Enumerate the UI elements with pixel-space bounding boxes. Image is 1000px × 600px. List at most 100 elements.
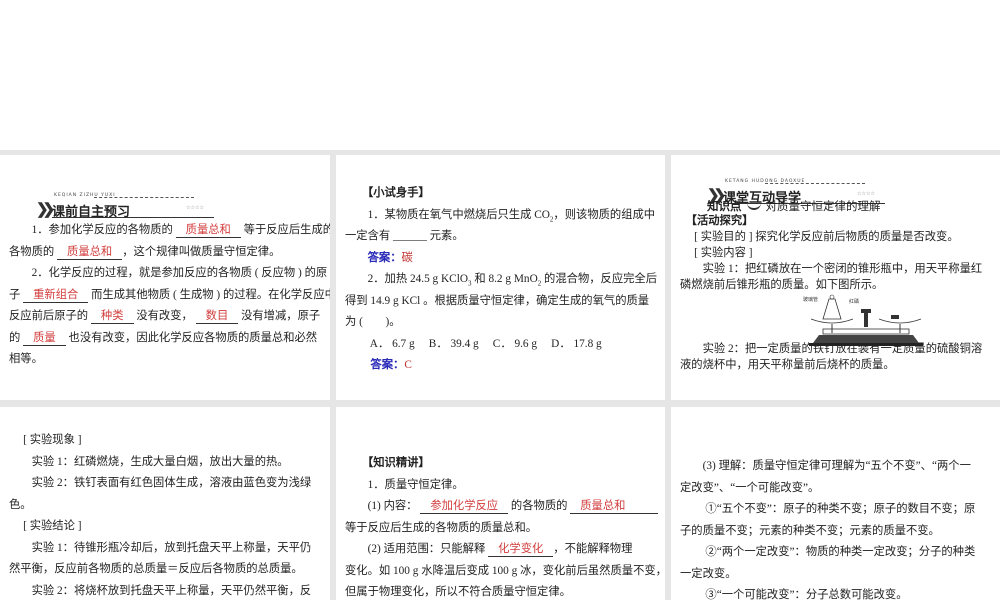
text-line: [ 实验目的 ] 探究化学反应前后物质的质量是否改变。 [680, 229, 994, 245]
text-run: 没有增减，原子 [238, 310, 321, 322]
slide-quick-practice[interactable]: 【小试身手】 1．某物质在氧气中燃烧后只生成 CO2，则该物质的组成中一定含有 … [336, 155, 665, 400]
text-line: (3) 理解：质量守恒定律可理解为“五个不变”、“两个一 [680, 456, 994, 478]
text-run: 1．质量守恒定律。 [345, 478, 464, 491]
text-run: (1) 内容： [345, 500, 421, 512]
text-line: 实验 1：红磷燃烧，生成大量白烟，放出大量的热。 [9, 452, 324, 474]
text-line: 子的质量不变；元素的种类不变；元素的质量不变。 [680, 521, 994, 543]
text-line: 1．某物质在氧气中燃烧后只生成 CO2，则该物质的组成中 [345, 205, 659, 227]
text-run: 1．某物质在氧气中燃烧后只生成 CO [345, 208, 550, 221]
text-line: 变化。如 100 g 水降温后变成 100 g 冰，变化前后虽然质量不变， [345, 561, 665, 583]
text-line: [ 实验现象 ] [9, 430, 324, 452]
text-line: 2．化学反应的过程，就是参加反应的各物质 ( 反应物 ) 的原 [9, 263, 328, 285]
text-line: 定改变”、“一个可能改变”。 [680, 478, 994, 500]
text-run: 为 ( )。 [345, 316, 401, 328]
text-line: 得到 14.9 g KCl 。根据质量守恒定律，确定生成的氧气的质量 [345, 291, 659, 313]
text-run: ，这个规律叫做质量守恒定律。 [122, 245, 281, 258]
text-run: 液的烧杯中，用天平称量前后烧杯的质量。 [680, 359, 895, 371]
slide-text: 1．参加化学反应的各物质的 质量总和 等于反应后生成的 各物质的 质量总和 ，这个规… [9, 220, 330, 371]
text-run: 定改变”、“一个可能改变”。 [680, 481, 820, 494]
text-line: A． 6.7 g B． 39.4 g C． 9.6 g D． 17.8 g [345, 334, 659, 356]
section-banner: KEQIAN ZIZHU YUXI ❯❯ 课前自主预习 ☆☆☆☆ [36, 193, 216, 220]
fill-in-answer: 数目 [195, 309, 239, 324]
banner-stars: ☆☆☆☆ [857, 192, 875, 197]
text-line: ②“两个一定改变”：物质的种类一定改变；分子的种类 [680, 542, 994, 564]
slide-experiment-results[interactable]: [ 实验现象 ] 实验 1：红磷燃烧，生成大量白烟，放出大量的热。 实验 2：铁… [0, 407, 330, 600]
text-line: 为 ( )。 [345, 312, 659, 334]
text-line: 相等。 [9, 349, 324, 371]
fill-in-answer: 质量 [23, 331, 66, 346]
slide-text: [ 实验现象 ] 实验 1：红磷燃烧，生成大量白烟，放出大量的热。 实验 2：铁… [9, 430, 324, 600]
text-run: 然平衡，反应前各物质的总质量＝反应后各物质的总质量。 [9, 563, 303, 575]
text-run: 色。 [9, 498, 32, 511]
answer-label: 答案： [370, 359, 405, 371]
slide-preview-self-study[interactable]: KEQIAN ZIZHU YUXI ❯❯ 课前自主预习 ☆☆☆☆ 1．参加化学反… [0, 155, 330, 400]
fill-in-answer: 重新组合 [23, 288, 89, 303]
text-run: ②“两个一定改变”：物质的种类一定改变；分子的种类 [680, 546, 976, 558]
slide-text: 【知识精讲】 1．质量守恒定律。 (1) 内容： 参加化学反应 的各物质的 质量… [345, 453, 665, 600]
text-line: 反应前后原子的 种类 没有改变， 数目 没有增减，原子 [9, 306, 324, 328]
text-run: A． 6.7 g B． 39.4 g C． 9.6 g D． 17.8 g [345, 337, 602, 350]
text-run: 子 [9, 288, 24, 301]
text-line: [ 实验内容 ] [680, 245, 994, 261]
slide-understanding[interactable]: (3) 理解：质量守恒定律可理解为“五个不变”、“两个一定改变”、“一个可能改变… [671, 407, 1000, 600]
answer-value: C [404, 359, 412, 371]
section-heading: 【小试身手】 [345, 187, 430, 199]
text-run: 子的质量不变；元素的种类不变；元素的质量不变。 [680, 524, 940, 537]
answer-label: 答案： [367, 251, 402, 264]
balance-scale-figure: 玻璃管 红磷 [803, 294, 923, 346]
text-line: [ 实验结论 ] [9, 516, 324, 538]
text-line: 【小试身手】 [345, 183, 659, 205]
text-line: 【知识精讲】 [345, 453, 659, 475]
answer-value: 碳 [401, 251, 413, 264]
text-run: 实验 2：铁钉表面有红色固体生成，溶液由蓝色变为浅绿 [9, 477, 312, 489]
text-run: 的混合物，反应完全后 [541, 273, 658, 285]
text-line: 2．加热 24.5 g KClO3 和 8.2 g MnO2 的混合物，反应完全… [345, 269, 659, 291]
slide-knowledge-explained[interactable]: 【知识精讲】 1．质量守恒定律。 (1) 内容： 参加化学反应 的各物质的 质量… [336, 407, 665, 600]
text-run: 没有改变， [133, 310, 196, 322]
text-line: 等于反应后生成的各物质的质量总和。 [345, 518, 659, 540]
fill-in-answer: 质量总和 [175, 223, 241, 238]
text-line: 实验 1：把红磷放在一个密闭的锥形瓶中，用天平称量红 [680, 261, 994, 277]
text-run: 实验 1：把红磷放在一个密闭的锥形瓶中，用天平称量红 [680, 263, 983, 275]
text-run: 也没有改变，因此化学反应各物质的质量总和必然 [65, 331, 318, 344]
text-run: [ 实验现象 ] [9, 434, 82, 446]
text-run: 2．化学反应的过程，就是参加反应的各物质 ( 反应物 ) 的原 [9, 267, 328, 279]
text-line: ③“一个可能改变”：分子总数可能改变。 [680, 585, 994, 600]
text-run: 等于反应后生成的各物质的质量总和。 [345, 521, 538, 534]
text-run: 相等。 [9, 353, 43, 365]
text-line: 【活动探究】 [680, 213, 994, 229]
slide-text: 【小试身手】 1．某物质在氧气中燃烧后只生成 CO2，则该物质的组成中一定含有 … [345, 183, 659, 377]
slide-classroom-guide[interactable]: KETANG HUDONG DAOXUE ❯❯ 课堂互动导学 ☆☆☆☆ 知识点对… [671, 155, 1000, 400]
text-line: 磷燃烧前后锥形瓶的质量。如下图所示。 [680, 277, 994, 293]
text-run: 一定含有 ______ 元素。 [345, 230, 464, 242]
text-run [345, 359, 370, 371]
slide-text: (3) 理解：质量守恒定律可理解为“五个不变”、“两个一定改变”、“一个可能改变… [680, 456, 994, 600]
text-line: (1) 内容： 参加化学反应 的各物质的 质量总和 [345, 496, 659, 518]
text-line: ①“五个不变”：原子的种类不变；原子的数目不变；原 [680, 499, 994, 521]
text-run: [ 实验结论 ] [9, 520, 82, 532]
text-run: 反应前后原子的 [9, 310, 91, 322]
knowledge-point-heading: 知识点 对质量守恒定律的理解 [707, 198, 881, 214]
text-line: 1．质量守恒定律。 [345, 475, 659, 497]
fill-in-answer: 种类 [90, 309, 134, 324]
banner-stars: ☆☆☆☆ [186, 206, 204, 211]
text-run: 变化。如 100 g 水降温后变成 100 g 冰，变化前后虽然质量不变， [345, 564, 665, 577]
text-run: 和 8.2 g MnO [471, 273, 538, 285]
text-run: ，不能解释物理 [553, 543, 633, 555]
text-run: ①“五个不变”：原子的种类不变；原子的数目不变；原 [680, 503, 976, 515]
fill-in-answer: 质量总和 [57, 245, 123, 260]
knowledge-point-label: 知识点 [707, 199, 742, 213]
text-run: 1．参加化学反应的各物质的 [9, 224, 176, 236]
section-heading: 【知识精讲】 [345, 457, 430, 469]
text-run: 的各物质的 [508, 500, 571, 512]
text-run: 一定改变。 [680, 567, 737, 580]
text-run: 而生成其他物质 ( 生成物 ) 的过程。在化学反应中， [88, 288, 330, 301]
text-run: 实验 1：红磷燃烧，生成大量白烟，放出大量的热。 [9, 455, 289, 468]
text-line: 实验 2：铁钉表面有红色固体生成，溶液由蓝色变为浅绿 [9, 473, 324, 495]
text-run: 2．加热 24.5 g KClO [345, 273, 469, 285]
text-line: 实验 2：将烧杯放到托盘天平上称量，天平仍然平衡，反 [9, 581, 324, 600]
text-line: (2) 适用范围：只能解释 化学变化 ，不能解释物理 [345, 539, 659, 561]
text-run: 但属于物理变化，所以不符合质量守恒定律。 [345, 586, 571, 598]
text-line: 答案：C [345, 355, 659, 377]
label-glass-tube: 玻璃管 [803, 296, 818, 303]
